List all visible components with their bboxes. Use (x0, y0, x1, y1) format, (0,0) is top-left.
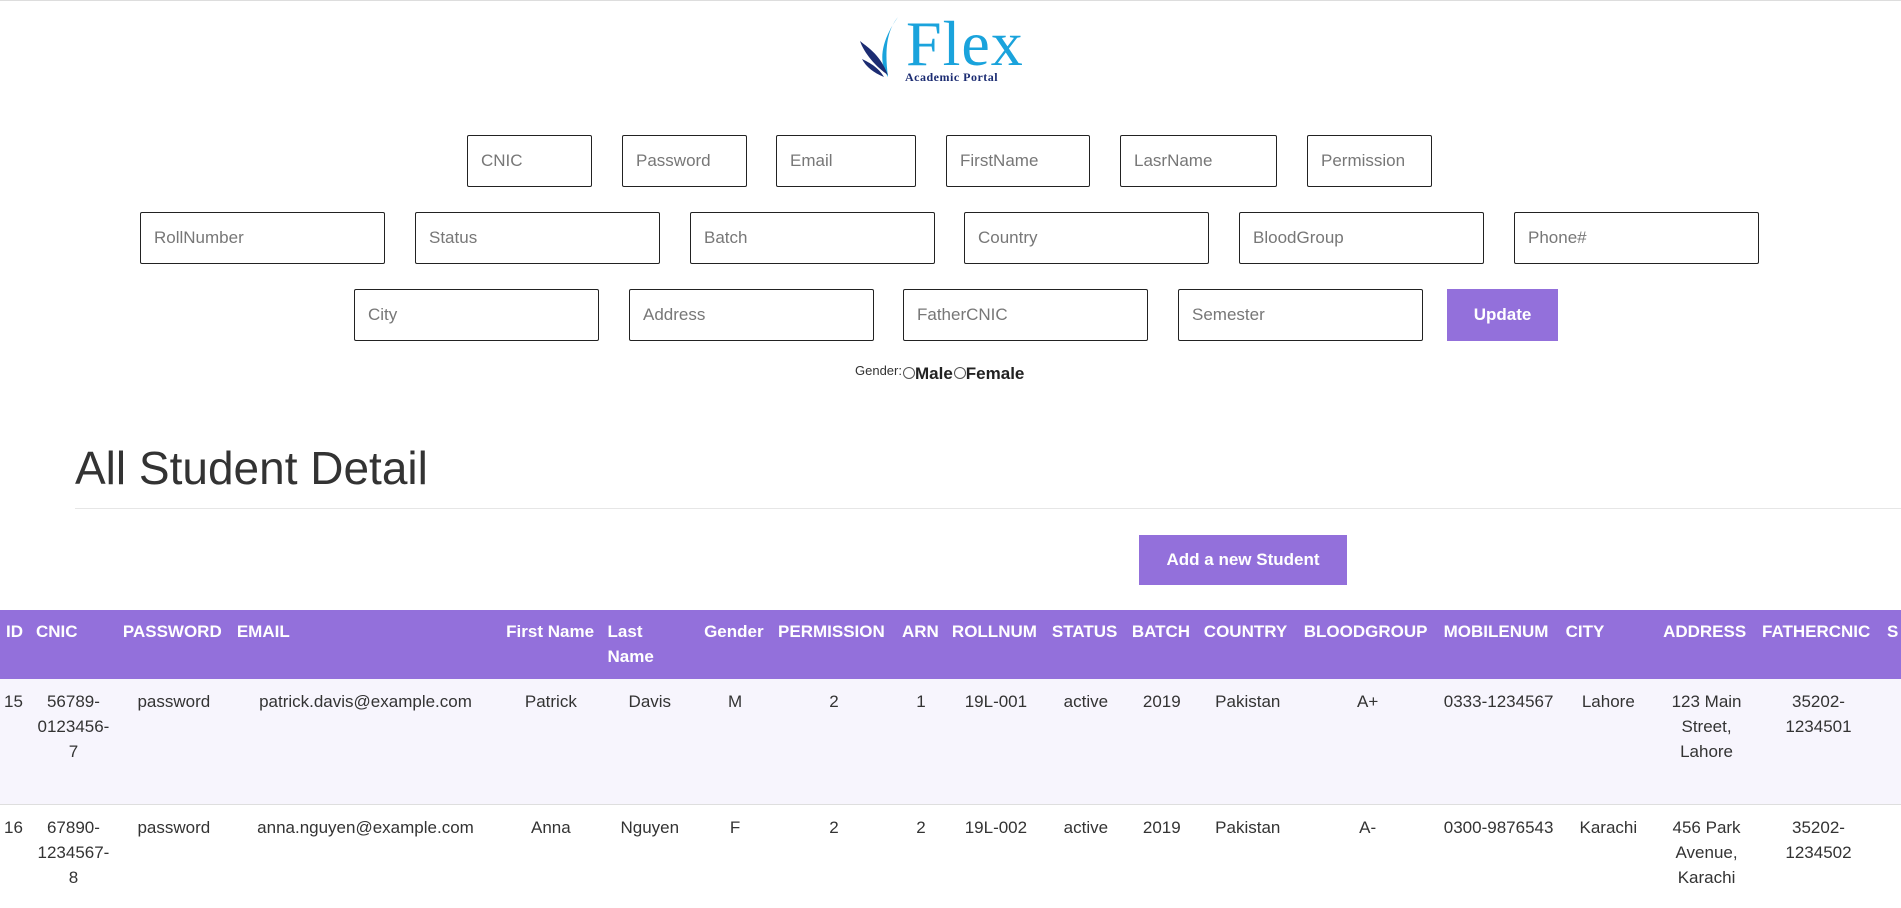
column-header-arn: ARN (895, 610, 946, 679)
page-title: All Student Detail (75, 442, 428, 494)
column-header-country: COUNTRY (1197, 610, 1298, 679)
column-header-address: ADDRESS (1657, 610, 1757, 679)
cell-mobilenum: 0300-9876543 (1437, 804, 1560, 908)
email-input[interactable] (776, 135, 916, 187)
divider (75, 508, 1901, 509)
cell-semester (1880, 679, 1901, 805)
cell-id: 16 (0, 804, 30, 908)
column-header-fathercnic: FATHERCNIC (1756, 610, 1881, 679)
column-header-gender: Gender (698, 610, 773, 679)
status-input[interactable] (415, 212, 660, 264)
column-header-password: PASSWORD (116, 610, 231, 679)
table-row[interactable]: 15 56789-0123456-7 password patrick.davi… (0, 679, 1901, 805)
column-header-id: ID (0, 610, 30, 679)
cell-arn: 1 (895, 679, 946, 805)
column-header-first-name: First Name (500, 610, 602, 679)
column-header-bloodgroup: BLOODGROUP (1297, 610, 1438, 679)
cell-email: anna.nguyen@example.com (230, 804, 501, 908)
city-input[interactable] (354, 289, 599, 341)
male-radio-label: Male (914, 364, 953, 383)
column-header-semester: S (1880, 610, 1901, 679)
cell-batch: 2019 (1125, 804, 1198, 908)
rollnumber-input[interactable] (140, 212, 385, 264)
column-header-batch: BATCH (1125, 610, 1198, 679)
country-input[interactable] (964, 212, 1209, 264)
cell-country: Pakistan (1197, 804, 1298, 908)
cell-country: Pakistan (1197, 679, 1298, 805)
male-radio[interactable] (902, 367, 915, 379)
feather-logo-icon (860, 17, 898, 77)
cell-bloodgroup: A+ (1297, 679, 1438, 805)
semester-input[interactable] (1178, 289, 1423, 341)
gender-radio-group: Gender: Male Female (855, 363, 1024, 384)
bloodgroup-input[interactable] (1239, 212, 1484, 264)
cell-email: patrick.davis@example.com (230, 679, 501, 805)
batch-input[interactable] (690, 212, 935, 264)
cell-gender: M (698, 679, 773, 805)
cell-mobilenum: 0333-1234567 (1437, 679, 1560, 805)
table-row[interactable]: 16 67890-1234567-8 password anna.nguyen@… (0, 804, 1901, 908)
cell-rollnum: 19L-002 (945, 804, 1046, 908)
lastname-input[interactable] (1120, 135, 1277, 187)
cell-fathercnic: 35202-1234502 (1756, 804, 1881, 908)
cell-semester (1880, 804, 1901, 908)
cell-permission: 2 (772, 679, 896, 805)
address-input[interactable] (629, 289, 874, 341)
table-header-row: ID CNIC PASSWORD EMAIL First Name Last N… (0, 610, 1901, 679)
cell-bloodgroup: A- (1297, 804, 1438, 908)
cell-address: 456 Park Avenue, Karachi (1657, 804, 1757, 908)
gender-label: Gender: (855, 363, 902, 378)
column-header-status: STATUS (1045, 610, 1126, 679)
column-header-mobilenum: MOBILENUM (1437, 610, 1560, 679)
password-input[interactable] (622, 135, 747, 187)
column-header-rollnum: ROLLNUM (945, 610, 1046, 679)
cell-cnic: 56789-0123456-7 (29, 679, 117, 805)
cell-permission: 2 (772, 804, 896, 908)
cell-fathercnic: 35202-1234501 (1756, 679, 1881, 805)
cell-first-name: Patrick (500, 679, 602, 805)
cell-first-name: Anna (500, 804, 602, 908)
female-radio-label: Female (965, 364, 1025, 383)
column-header-last-name: Last Name (601, 610, 699, 679)
flex-logo: Flex Academic Portal (858, 8, 1043, 87)
cell-rollnum: 19L-001 (945, 679, 1046, 805)
column-header-permission: PERMISSION (772, 610, 896, 679)
cell-cnic: 67890-1234567-8 (29, 804, 117, 908)
phone-input[interactable] (1514, 212, 1759, 264)
column-header-cnic: CNIC (29, 610, 117, 679)
cell-password: password (116, 804, 231, 908)
female-radio[interactable] (953, 367, 966, 379)
cell-address: 123 Main Street, Lahore (1657, 679, 1757, 805)
firstname-input[interactable] (946, 135, 1090, 187)
column-header-city: CITY (1559, 610, 1658, 679)
cell-last-name: Davis (601, 679, 699, 805)
logo-subtitle: Academic Portal (905, 70, 999, 84)
cell-batch: 2019 (1125, 679, 1198, 805)
cell-status: active (1045, 679, 1126, 805)
cell-arn: 2 (895, 804, 946, 908)
cell-id: 15 (0, 679, 30, 805)
add-student-button[interactable]: Add a new Student (1139, 535, 1347, 585)
update-button[interactable]: Update (1447, 289, 1558, 341)
cell-last-name: Nguyen (601, 804, 699, 908)
cell-city: Lahore (1559, 679, 1658, 805)
cell-city: Karachi (1559, 804, 1658, 908)
cell-gender: F (698, 804, 773, 908)
page: Flex Academic Portal Update Gender: Male F… (0, 0, 1901, 908)
students-table: ID CNIC PASSWORD EMAIL First Name Last N… (0, 610, 1901, 908)
cnic-input[interactable] (467, 135, 592, 187)
column-header-email: EMAIL (230, 610, 501, 679)
cell-password: password (116, 679, 231, 805)
fathercnic-input[interactable] (903, 289, 1148, 341)
permission-input[interactable] (1307, 135, 1432, 187)
cell-status: active (1045, 804, 1126, 908)
